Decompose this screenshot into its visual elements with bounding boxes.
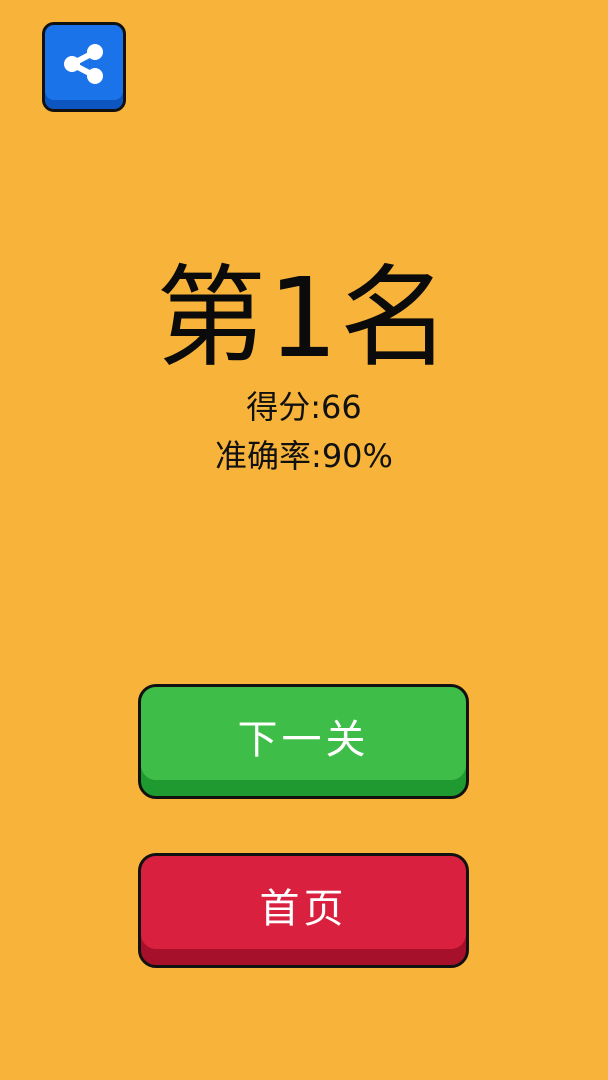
- accuracy-text: 准确率:90%: [215, 437, 393, 475]
- next-level-button[interactable]: 下一关: [138, 684, 469, 799]
- rank-title: 第1名: [156, 254, 452, 382]
- share-icon: [64, 44, 103, 84]
- next-level-button-label: 下一关: [237, 716, 370, 763]
- home-button-label: 首页: [259, 885, 348, 932]
- score-text: 得分:66: [246, 388, 362, 426]
- home-button[interactable]: 首页: [138, 853, 469, 968]
- share-button[interactable]: [42, 22, 126, 112]
